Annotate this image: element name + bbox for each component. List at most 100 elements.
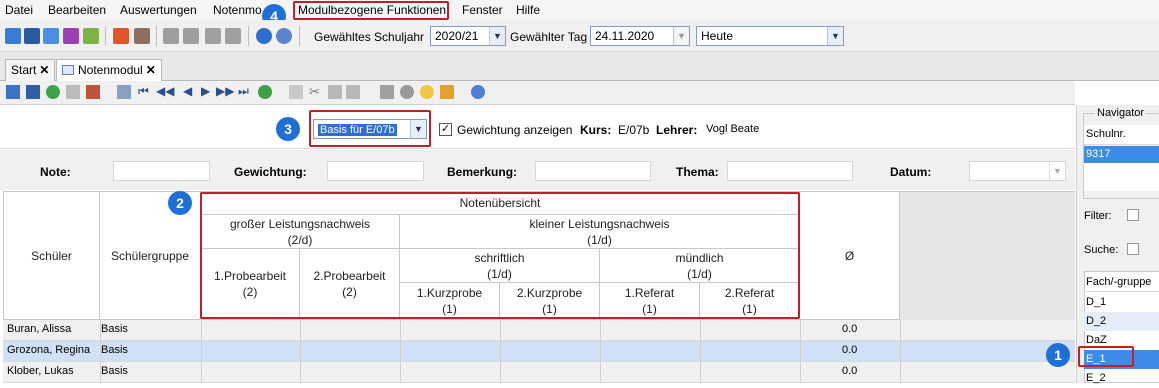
help-icon[interactable]	[276, 28, 292, 44]
kurs-value: E/07b	[618, 123, 650, 137]
refresh-icon[interactable]	[258, 85, 272, 99]
board-icon[interactable]	[83, 28, 99, 44]
table-row[interactable]: Klober, Lukas Basis 0.0	[3, 362, 1075, 383]
table-row[interactable]: Buran, Alissa Basis 0.0	[3, 320, 1075, 341]
copy-record-icon[interactable]	[117, 85, 131, 99]
undo-icon[interactable]	[46, 85, 60, 99]
menu-auswertungen[interactable]: Auswertungen	[120, 3, 197, 17]
people-icon[interactable]	[5, 28, 21, 44]
book-icon[interactable]	[113, 28, 129, 44]
menu-notenmodul[interactable]: Notenmo	[213, 3, 262, 17]
prev-page-icon[interactable]: ◀◀	[156, 84, 174, 98]
menu-fenster[interactable]: Fenster	[462, 3, 503, 17]
print-icon[interactable]	[86, 85, 100, 99]
lightning-icon[interactable]	[225, 28, 241, 44]
first-icon[interactable]: ⏮	[138, 84, 149, 99]
datum-field[interactable]: ▼	[969, 161, 1066, 181]
menu-hilfe[interactable]: Hilfe	[516, 3, 540, 17]
brush-icon[interactable]	[440, 85, 454, 99]
suche-checkbox[interactable]	[1127, 243, 1139, 255]
student-group: Basis	[101, 344, 128, 356]
tag-label: Gewählter Tag	[510, 30, 588, 44]
grid-line	[900, 320, 901, 383]
prev-icon[interactable]: ◀	[183, 84, 192, 98]
gewichtung-checkbox[interactable]: ✓	[439, 123, 452, 136]
col-header-schueler[interactable]: Schüler	[3, 191, 100, 320]
delete-icon[interactable]	[66, 85, 80, 99]
fach-header: Fach/-gruppe	[1084, 273, 1159, 292]
chevron-down-icon[interactable]: ▼	[489, 27, 505, 45]
teacher-icon[interactable]	[43, 28, 59, 44]
grid-line	[800, 320, 801, 383]
student-group: Basis	[101, 323, 128, 335]
highlight-notenuebersicht	[200, 192, 800, 319]
last-icon[interactable]: ⏭	[238, 84, 249, 99]
tab-notenmodul-label: Notenmodul	[78, 63, 143, 77]
menu-datei[interactable]: Datei	[5, 3, 33, 17]
grid-line	[700, 320, 701, 383]
col-header-average[interactable]: Ø	[800, 191, 900, 320]
next-icon[interactable]: ▶	[201, 84, 210, 98]
field-row: Note: Gewichtung: Bemerkung: Thema: Datu…	[0, 150, 1075, 190]
student-name: Klober, Lukas	[7, 365, 74, 377]
gewichtung-label: Gewichtung anzeigen	[457, 123, 573, 137]
next-page-icon[interactable]: ▶▶	[216, 84, 234, 98]
lightbulb-icon[interactable]	[420, 85, 434, 99]
tab-notenmodul[interactable]: Notenmodul ✕	[56, 59, 162, 81]
help-icon[interactable]	[471, 85, 485, 99]
tab-start[interactable]: Start ✕	[5, 59, 56, 81]
thema-label: Thema:	[676, 165, 719, 179]
student-name: Grozona, Regina	[7, 344, 91, 356]
course-icon[interactable]	[63, 28, 79, 44]
report-icon[interactable]	[134, 28, 150, 44]
copy-icon[interactable]	[163, 28, 179, 44]
filter-checkbox[interactable]	[1127, 209, 1139, 221]
tag-value: 24.11.2020	[595, 29, 655, 43]
grid-line	[300, 320, 301, 383]
module-toolbar: ⏮ ◀◀ ◀ ▶ ▶▶ ⏭ ✂	[0, 81, 1075, 105]
note-field[interactable]	[113, 161, 210, 181]
class-icon[interactable]	[24, 28, 40, 44]
fach-item-d2[interactable]: D_2	[1084, 312, 1159, 331]
tab-start-label: Start	[11, 63, 37, 77]
arrow-left-icon[interactable]	[289, 85, 303, 99]
schuljahr-select[interactable]: 2020/21 ▼	[430, 26, 506, 46]
gewichtung-field-label: Gewichtung:	[234, 165, 307, 179]
table-row[interactable]: Grozona, Regina Basis 0.0	[3, 341, 1075, 362]
lightning-icon[interactable]	[205, 28, 221, 44]
info-icon[interactable]	[256, 28, 272, 44]
tag-date-field[interactable]: 24.11.2020 ▼	[590, 26, 690, 46]
schulnr-item[interactable]: 9317	[1084, 146, 1159, 163]
navigator-title: Navigator	[1095, 107, 1147, 119]
save-icon[interactable]	[26, 85, 40, 99]
schulnr-list	[1084, 163, 1159, 191]
fach-item-d1[interactable]: D_1	[1084, 293, 1159, 312]
close-icon[interactable]: ✕	[146, 63, 156, 77]
chevron-down-icon[interactable]: ▼	[1049, 162, 1065, 180]
bemerkung-field[interactable]	[535, 161, 651, 181]
heute-select[interactable]: Heute ▼	[696, 26, 844, 46]
menu-bearbeiten[interactable]: Bearbeiten	[48, 3, 106, 17]
chevron-down-icon[interactable]: ▼	[827, 27, 843, 45]
kurs-label: Kurs:	[580, 123, 612, 137]
paste-icon[interactable]	[346, 85, 360, 99]
datum-label: Datum:	[890, 165, 932, 179]
shape-icon[interactable]	[400, 85, 414, 99]
menu-bar: Datei Bearbeiten Auswertungen Notenmo Mo…	[0, 0, 1159, 20]
suche-label: Suche:	[1084, 244, 1119, 256]
image-icon[interactable]	[380, 85, 394, 99]
fach-item-e2[interactable]: E_2	[1084, 369, 1159, 388]
main-toolbar: Gewähltes Schuljahr 2020/21 ▼ Gewählter …	[0, 20, 1159, 52]
toolbar-separator	[248, 26, 249, 46]
merge-icon[interactable]	[183, 28, 199, 44]
bemerkung-label: Bemerkung:	[447, 165, 518, 179]
student-group: Basis	[101, 365, 128, 377]
close-icon[interactable]: ✕	[39, 63, 49, 77]
new-icon[interactable]	[6, 85, 20, 99]
chevron-down-icon[interactable]: ▼	[673, 27, 689, 45]
gewichtung-field[interactable]	[327, 161, 424, 181]
cut-icon[interactable]: ✂	[309, 84, 320, 100]
thema-field[interactable]	[727, 161, 853, 181]
copy-icon[interactable]	[328, 85, 342, 99]
filter-row: Basis für E/07b ▼ ✓ Gewichtung anzeigen …	[0, 105, 1075, 149]
